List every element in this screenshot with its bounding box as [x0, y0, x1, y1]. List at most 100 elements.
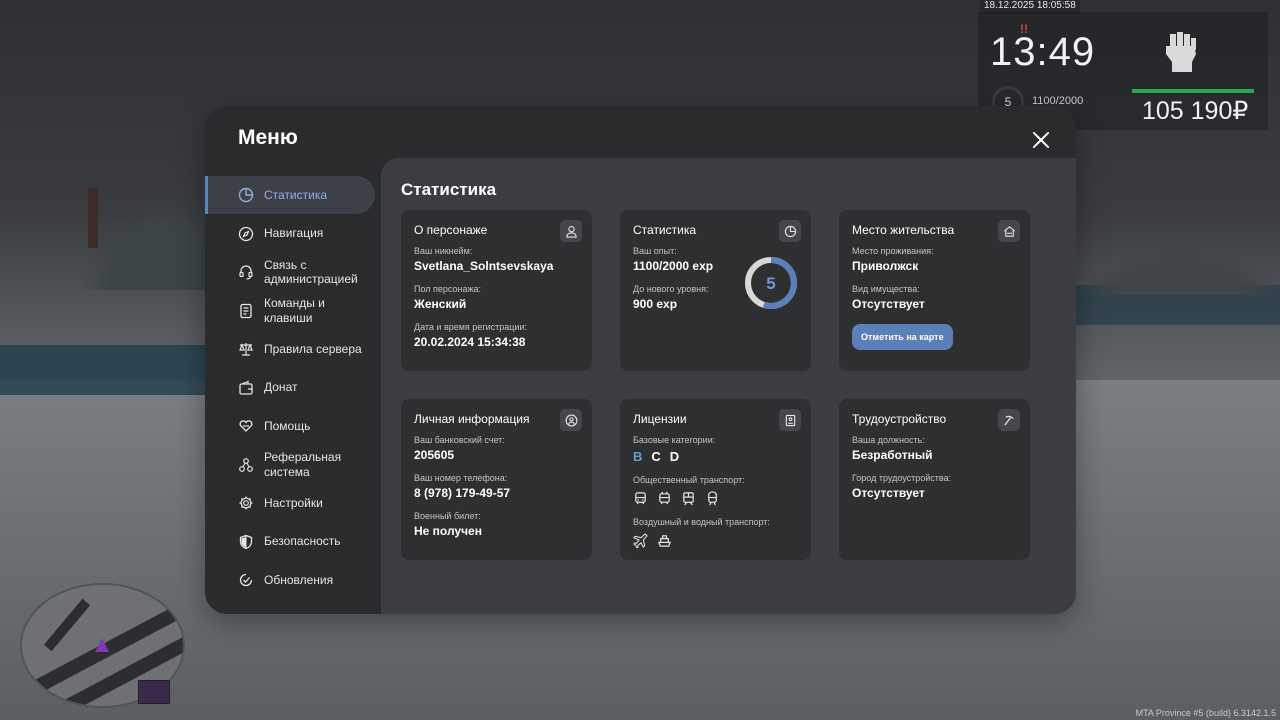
user-icon	[560, 220, 582, 242]
check-circle-icon	[237, 571, 255, 589]
plane-icon	[633, 533, 648, 548]
sidebar-item-label: Безопасность	[264, 534, 341, 549]
headset-icon	[237, 263, 255, 281]
sidebar-item-navigation[interactable]: Навигация	[205, 215, 381, 253]
bank-account-label: Ваш банковский счет:	[414, 435, 505, 445]
residence-place-value: Приволжск	[852, 259, 919, 273]
wallet-icon	[237, 379, 255, 397]
gear-icon	[237, 494, 255, 512]
sidebar: Статистика Навигация Связь с администрац…	[205, 176, 381, 600]
air-water-transport-label: Воздушный и водный транспорт:	[633, 517, 770, 527]
game-background-water	[0, 345, 230, 395]
sidebar-item-label: Реферальная система	[264, 450, 342, 479]
hud-clock: 13:49	[990, 30, 1096, 74]
phone-label: Ваш номер телефона:	[414, 473, 508, 483]
sidebar-item-label: Команды и клавиши	[264, 296, 325, 325]
bus-icon	[635, 492, 646, 505]
base-categories-label: Базовые категории:	[633, 435, 716, 445]
licenses-card: Лицензии Базовые категории: B C D Общест…	[620, 399, 811, 560]
hud-date: 18.12.2025 18:05:58	[980, 0, 1080, 14]
content-area: Статистика О персонаже Ваш никнейм: Svet…	[381, 158, 1076, 614]
position-value: Безработный	[852, 448, 933, 462]
menu-title: Меню	[238, 126, 298, 149]
trolleybus-icon	[659, 491, 670, 505]
public-transport-label: Общественный транспорт:	[633, 475, 745, 485]
document-icon	[237, 302, 255, 320]
sidebar-item-donate[interactable]: Донат	[205, 369, 381, 407]
phone-value: 8 (978) 179-49-57	[414, 486, 511, 500]
fist-icon	[1166, 32, 1196, 72]
exp-label: Ваш опыт:	[633, 246, 677, 256]
sidebar-item-label: Помощь	[264, 418, 311, 433]
scales-icon	[237, 340, 255, 358]
registration-label: Дата и время регистрации:	[414, 322, 527, 332]
gender-label: Пол персонажа:	[414, 284, 482, 294]
pickaxe-icon	[998, 409, 1020, 431]
sidebar-item-statistics[interactable]: Статистика	[205, 176, 375, 214]
level-progress-ring: 5	[745, 257, 797, 309]
heart-hands-icon	[237, 417, 255, 435]
tram-icon	[683, 492, 694, 506]
sidebar-item-label: Связь с администрацией	[264, 257, 358, 287]
character-card: О персонаже Ваш никнейм: Svetlana_Solnts…	[401, 210, 592, 371]
sidebar-item-commands[interactable]: Команды и клавиши	[205, 292, 381, 330]
nickname-label: Ваш никнейм:	[414, 246, 473, 256]
property-value: Отсутствует	[852, 297, 925, 311]
sidebar-item-help[interactable]: Помощь	[205, 407, 381, 445]
sidebar-item-label: Навигация	[264, 226, 324, 241]
nickname-value: Svetlana_Solntsevskaya	[414, 259, 554, 273]
employment-card: Трудоустройство Ваша должность: Безработ…	[839, 399, 1030, 560]
license-category-b: B	[633, 449, 643, 464]
personal-info-card: Личная информация Ваш банковский счет: 2…	[401, 399, 592, 560]
page-title: Статистика	[401, 180, 497, 199]
compass-icon	[237, 225, 255, 243]
sidebar-item-contact-admin[interactable]: Связь с администрацией	[205, 253, 381, 291]
sidebar-item-label: Правила сервера	[264, 341, 362, 356]
employment-city-label: Город трудоустройства:	[852, 473, 952, 483]
hud-money: 105 190₽	[1142, 97, 1249, 125]
card-title: Место жительства	[852, 223, 955, 237]
user-circle-icon	[560, 409, 582, 431]
home-icon	[998, 220, 1020, 242]
player-position-icon	[95, 638, 109, 652]
sidebar-item-settings[interactable]: Настройки	[205, 484, 381, 522]
sidebar-item-updates[interactable]: Обновления	[205, 561, 381, 599]
mark-on-map-button[interactable]: Отметить на карте	[852, 324, 953, 350]
close-button[interactable]	[1028, 127, 1054, 153]
card-title: Статистика	[633, 223, 697, 237]
game-background-trees-right	[1080, 250, 1280, 295]
network-icon	[237, 456, 255, 474]
military-id-value: Не получен	[414, 524, 482, 538]
residence-card: Место жительства Место проживания: Приво…	[839, 210, 1030, 371]
employment-city-value: Отсутствует	[852, 486, 925, 500]
sidebar-item-label: Донат	[264, 380, 298, 395]
sidebar-item-rules[interactable]: Правила сервера	[205, 330, 381, 368]
train-icon	[708, 491, 717, 506]
sidebar-item-label: Обновления	[264, 572, 334, 587]
shield-icon	[237, 533, 255, 551]
registration-value: 20.02.2024 15:34:38	[414, 335, 526, 349]
license-category-d: D	[669, 449, 680, 464]
build-watermark: MTA Province #5 (build) 6.3142.1.5	[1135, 708, 1276, 718]
level-value: 5	[766, 274, 775, 293]
menu-panel: Меню Статистика Навигация Связь с админи…	[205, 106, 1076, 614]
gender-value: Женский	[414, 297, 467, 311]
id-card-icon	[779, 409, 801, 431]
game-background-chimney	[88, 188, 98, 248]
pie-chart-icon	[237, 186, 255, 204]
card-title: Личная информация	[414, 412, 530, 426]
residence-place-label: Место проживания:	[852, 246, 934, 256]
hud-health-bar	[1132, 89, 1254, 93]
license-category-c: C	[651, 449, 661, 464]
air-water-transport-icons	[633, 533, 798, 548]
military-id-label: Военный билет:	[414, 511, 481, 521]
sidebar-item-label: Статистика	[264, 187, 328, 202]
card-title: Лицензии	[633, 412, 687, 426]
sidebar-item-label: Настройки	[264, 495, 323, 510]
card-title: Трудоустройство	[852, 412, 947, 426]
license-categories: B C D	[633, 449, 798, 464]
sidebar-item-security[interactable]: Безопасность	[205, 523, 381, 561]
sidebar-item-referral[interactable]: Реферальная система	[205, 446, 381, 484]
stats-card: Статистика Ваш опыт: 1100/2000 exp До но…	[620, 210, 811, 371]
bank-account-value: 205605	[414, 448, 455, 462]
